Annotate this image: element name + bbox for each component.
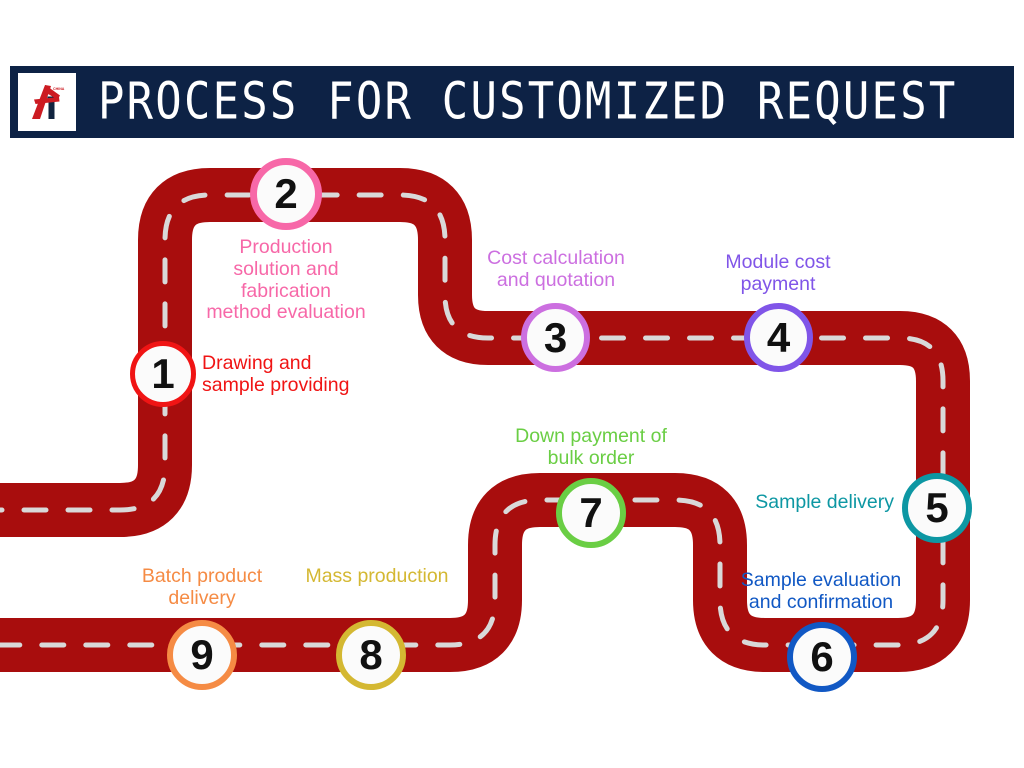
header-bar: CHINA PROCESS FOR CUSTOMIZED REQUEST bbox=[10, 66, 1014, 138]
step-badge-4[interactable]: 4 bbox=[744, 303, 813, 372]
process-diagram-canvas: CHINA PROCESS FOR CUSTOMIZED REQUEST 1 D… bbox=[0, 0, 1024, 768]
company-logo: CHINA bbox=[18, 73, 76, 131]
page-title: PROCESS FOR CUSTOMIZED REQUEST bbox=[98, 72, 958, 132]
step-label-2: Production solution and fabrication meth… bbox=[206, 236, 366, 324]
step-badge-2[interactable]: 2 bbox=[250, 158, 322, 230]
step-label-6: Sample evaluation and confirmation bbox=[740, 569, 902, 613]
step-badge-6[interactable]: 6 bbox=[787, 622, 857, 692]
step-badge-7[interactable]: 7 bbox=[556, 478, 626, 548]
step-badge-5[interactable]: 5 bbox=[902, 473, 972, 543]
step-label-9: Batch product delivery bbox=[141, 565, 263, 609]
step-badge-9[interactable]: 9 bbox=[167, 620, 237, 690]
step-label-7: Down payment of bulk order bbox=[515, 425, 667, 469]
step-badge-1[interactable]: 1 bbox=[130, 341, 196, 407]
step-label-8: Mass production bbox=[305, 565, 449, 587]
step-badge-3[interactable]: 3 bbox=[521, 303, 590, 372]
step-label-3: Cost calculation and quotation bbox=[487, 247, 625, 291]
step-label-4: Module cost payment bbox=[725, 251, 831, 295]
logo-china-text: CHINA bbox=[53, 87, 65, 91]
step-label-1: Drawing and sample providing bbox=[202, 352, 350, 396]
step-label-5: Sample delivery bbox=[755, 491, 894, 513]
step-badge-8[interactable]: 8 bbox=[336, 620, 406, 690]
a-star-logo-icon: CHINA bbox=[32, 85, 65, 119]
